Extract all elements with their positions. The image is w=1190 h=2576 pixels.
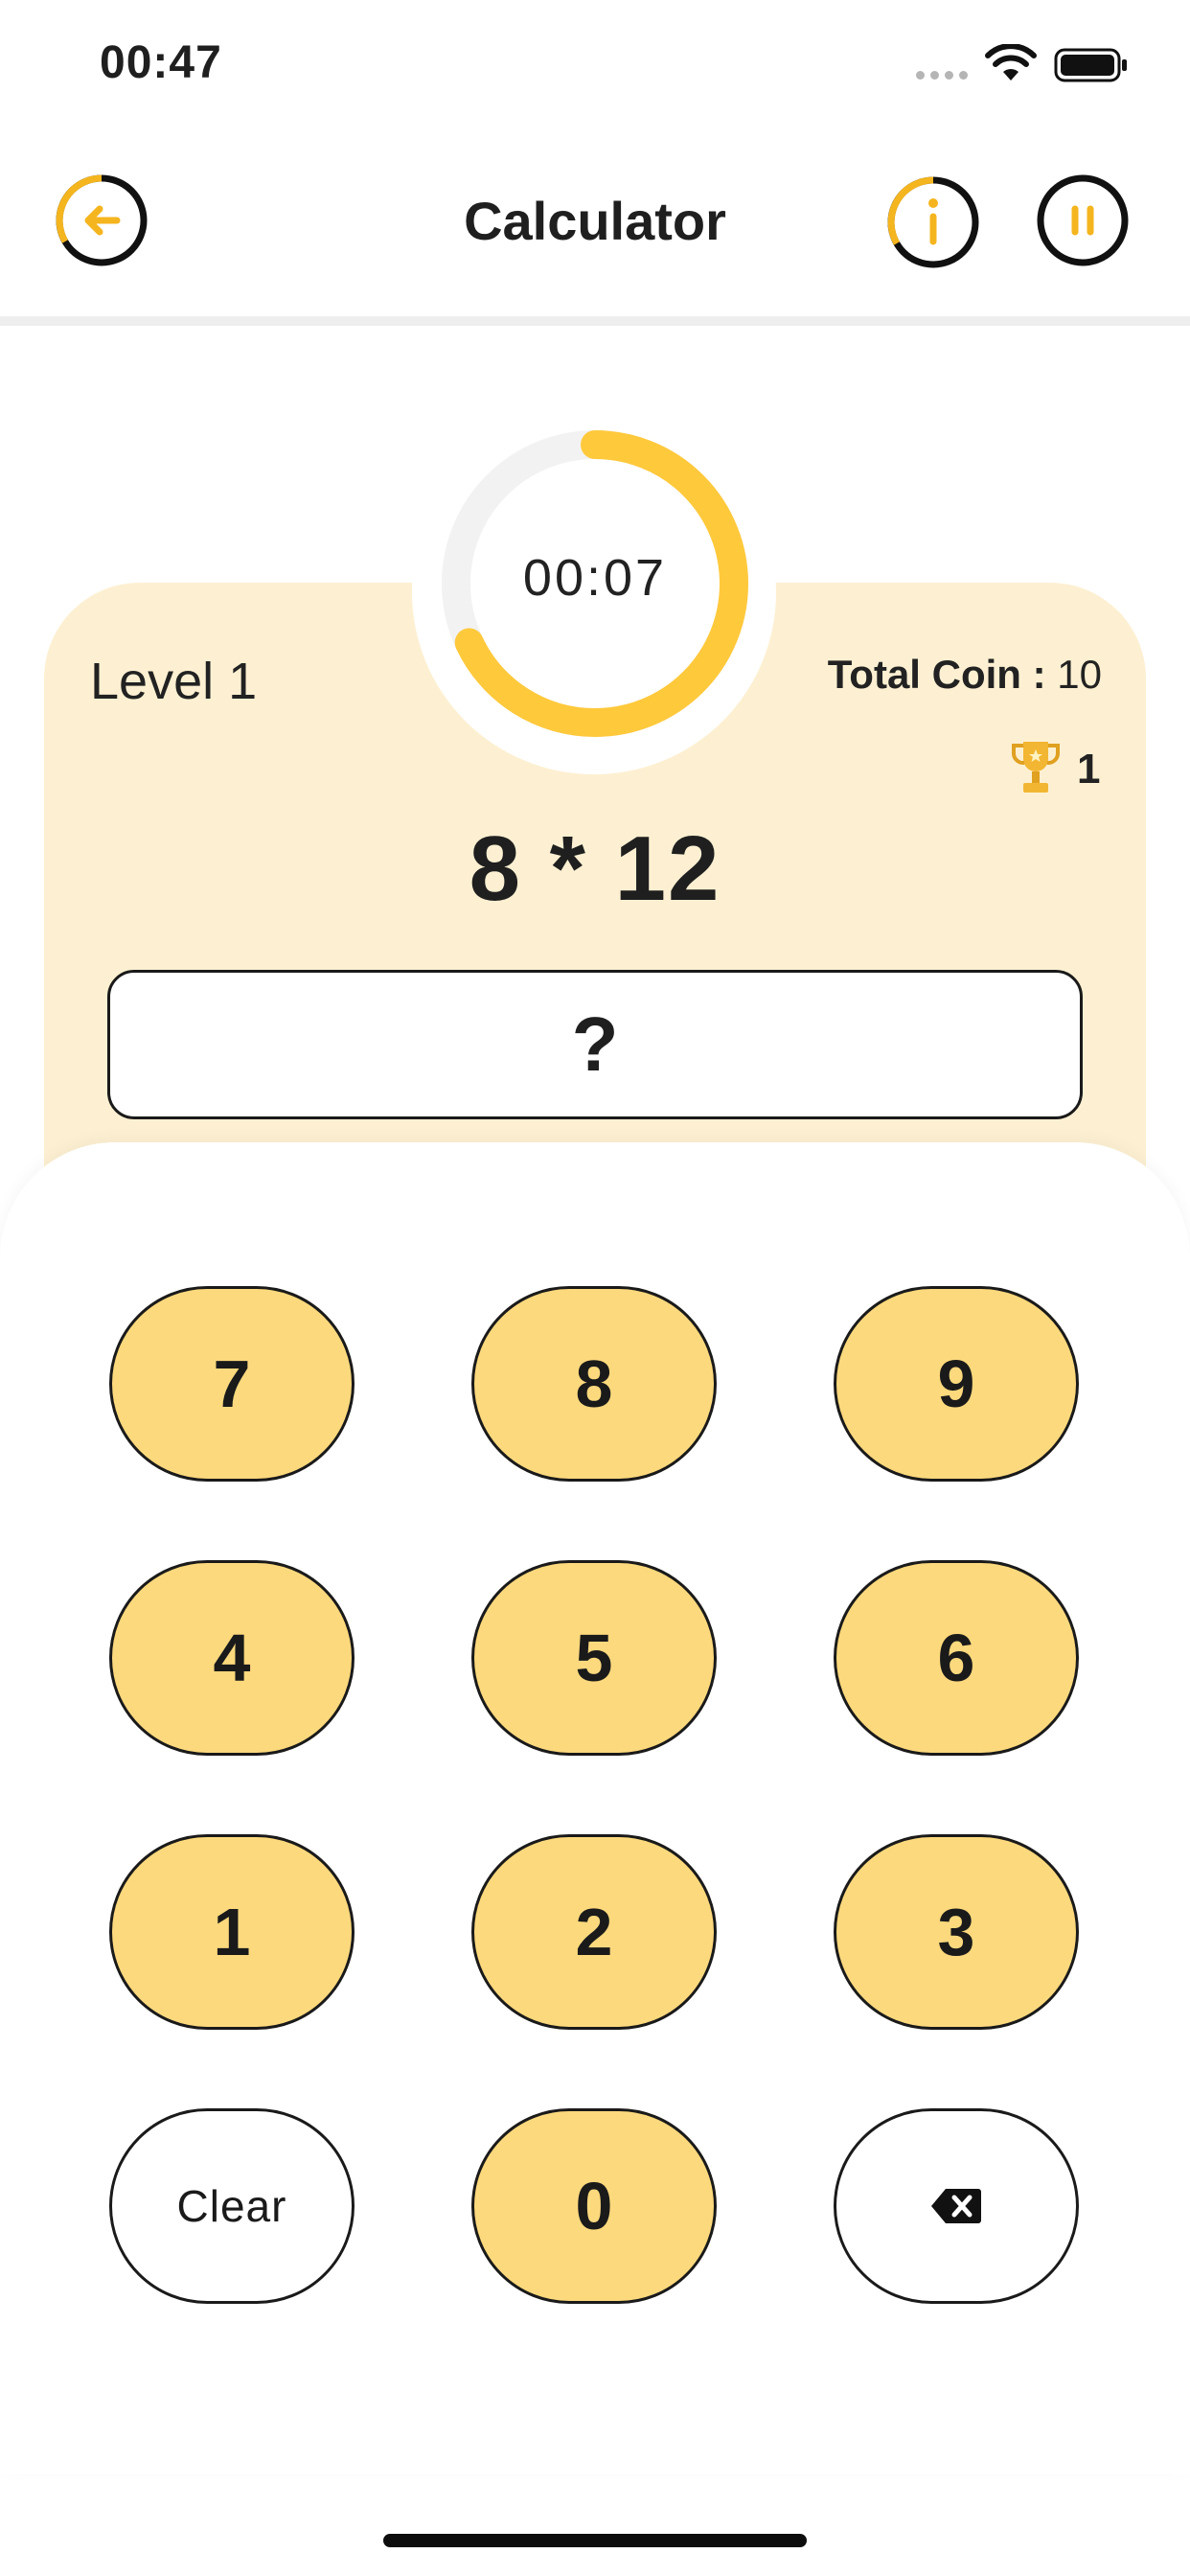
level-label: Level 1 <box>90 653 258 710</box>
total-coin-label: Total Coin : <box>827 652 1058 697</box>
key-9[interactable]: 9 <box>834 1286 1079 1482</box>
key-0[interactable]: 0 <box>471 2108 717 2304</box>
key-1[interactable]: 1 <box>109 1834 355 2030</box>
answer-field[interactable]: ? <box>107 970 1083 1119</box>
pause-button[interactable] <box>1035 172 1131 268</box>
info-button[interactable] <box>885 174 981 270</box>
total-coin-value: 10 <box>1057 652 1102 697</box>
clear-button[interactable]: Clear <box>109 2108 355 2304</box>
page-title: Calculator <box>464 191 726 251</box>
key-7[interactable]: 7 <box>109 1286 355 1482</box>
math-question: 8 * 12 <box>469 817 721 920</box>
backspace-button[interactable] <box>834 2108 1079 2304</box>
status-bar: 00:47 <box>0 0 1190 134</box>
header-divider <box>0 316 1190 326</box>
total-coin: Total Coin : 10 <box>728 652 1102 698</box>
app-header: Calculator <box>0 144 1190 316</box>
timer-text: 00:07 <box>522 549 668 607</box>
key-6[interactable]: 6 <box>834 1560 1079 1756</box>
pause-icon <box>1037 174 1129 266</box>
trophy-icon <box>1011 742 1061 793</box>
key-3[interactable]: 3 <box>834 1834 1079 2030</box>
key-4[interactable]: 4 <box>109 1560 355 1756</box>
signal-icon <box>916 71 970 80</box>
status-time: 00:47 <box>100 37 222 88</box>
backspace-icon <box>931 2189 981 2223</box>
key-5[interactable]: 5 <box>471 1560 717 1756</box>
key-8[interactable]: 8 <box>471 1286 717 1482</box>
battery-icon <box>1054 48 1127 82</box>
wifi-icon <box>985 44 1037 80</box>
trophy-count: 1 <box>1077 746 1101 793</box>
info-icon <box>887 176 979 268</box>
home-indicator <box>383 2534 807 2547</box>
key-2[interactable]: 2 <box>471 1834 717 2030</box>
